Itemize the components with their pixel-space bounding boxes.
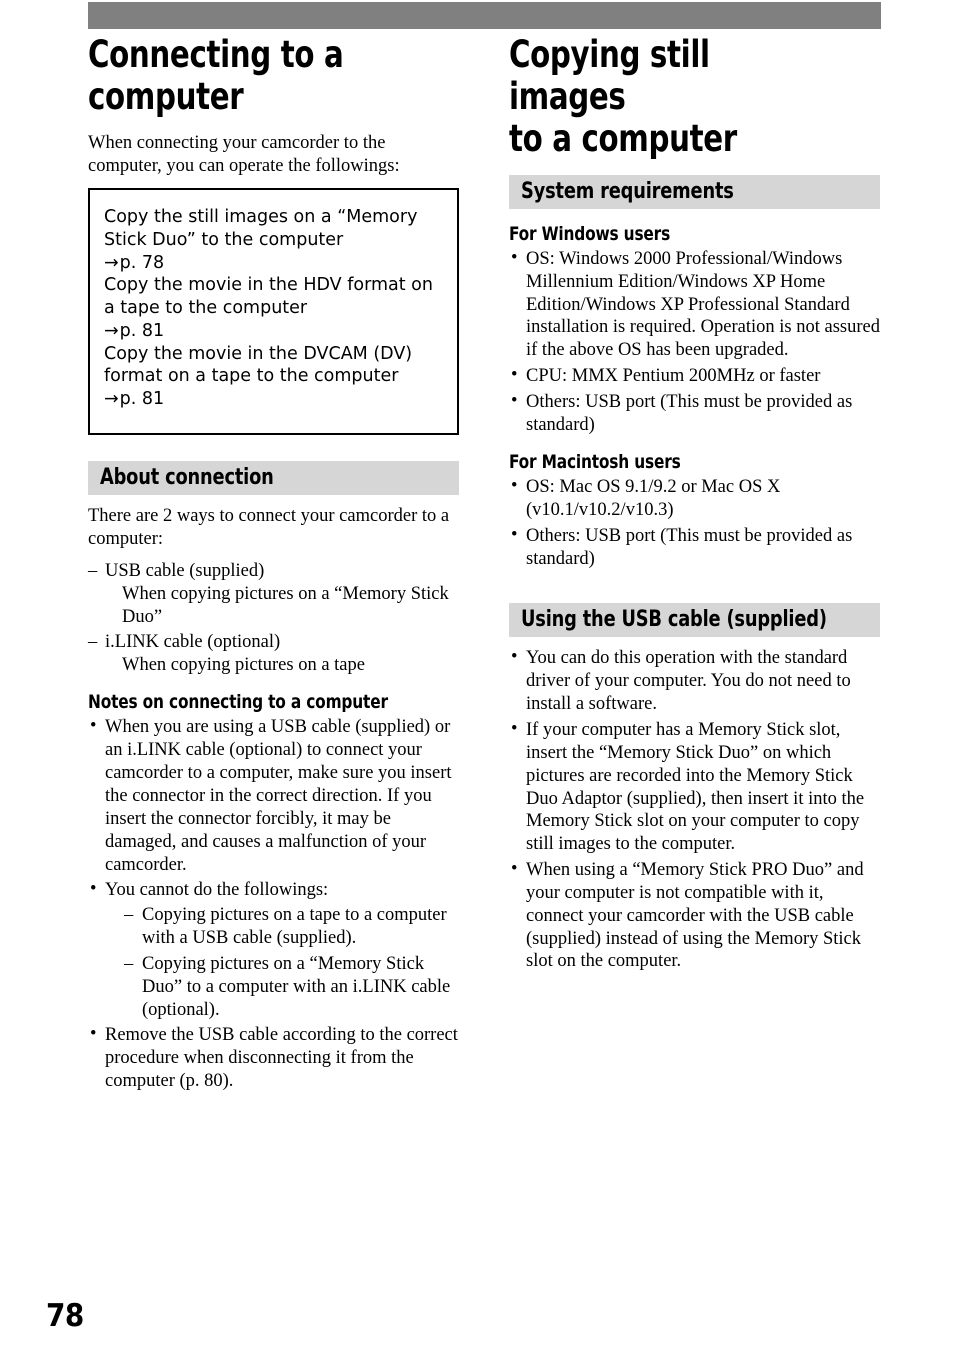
callout-box: Copy the still images on a “Memory Stick… [88,188,459,435]
notes-heading-label: Notes on connecting to a computer [88,691,388,714]
list-item-title: USB cable (supplied) [105,560,265,581]
section-band-about-connection: About connection [88,460,459,495]
list-item: • When using a “Memory Stick PRO Duo” an… [509,859,880,973]
list-item-text: Others: USB port (This must be provided … [526,391,853,435]
bullet-marker: • [511,718,518,739]
section-band-label: Using the USB cable (supplied) [521,607,827,633]
callout-entry-ref: → p. 81 [104,388,443,411]
dash-marker: – [124,953,134,974]
notes-heading: Notes on connecting to a computer [88,691,459,713]
bullet-marker: • [511,476,518,497]
list-item: • If your computer has a Memory Stick sl… [509,719,880,856]
macintosh-requirements-list: • OS: Mac OS 9.1/9.2 or Mac OS X (v10.1/… [509,476,880,570]
callout-page-ref: p. 81 [119,389,165,410]
list-item: – USB cable (supplied) When copying pict… [88,560,459,629]
dash-marker: – [124,905,134,926]
bullet-marker: • [90,1024,97,1045]
dash-marker: – [88,560,98,581]
callout-page-ref: p. 81 [119,320,165,341]
list-item: – i.LINK cable (optional) When copying p… [88,631,459,677]
arrow-right-icon: → [104,320,119,341]
page-title-right: Copying still images to a computer [509,33,737,161]
list-item: • OS: Windows 2000 Professional/Windows … [509,248,880,362]
bullet-marker: • [511,390,518,411]
callout-entry-text: Copy the movie in the HDV format on a ta… [104,275,433,319]
bullet-marker: • [511,365,518,386]
windows-users-heading-label: For Windows users [509,222,671,245]
list-item-text: OS: Mac OS 9.1/9.2 or Mac OS X (v10.1/v1… [526,477,781,520]
section-band-label: System requirements [521,178,734,204]
list-item: • Remove the USB cable according to the … [88,1024,459,1093]
callout-entry-text: Copy the still images on a “Memory Stick… [104,207,418,250]
list-item: • You can do this operation with the sta… [509,647,880,716]
list-item-text: When you are using a USB cable (supplied… [105,717,452,875]
list-item: • You cannot do the followings: – Copyin… [88,879,459,1021]
macintosh-users-heading: For Macintosh users [509,451,880,473]
bullet-marker: • [511,647,518,668]
list-item-text: Copying pictures on a “Memory Stick Duo”… [142,953,451,1020]
page-title-left: Connecting to a computer [88,33,344,119]
windows-users-heading: For Windows users [509,223,880,245]
intro-paragraph-left: When connecting your camcorder to the co… [88,133,400,177]
list-item: – Copying pictures on a tape to a comput… [124,904,459,950]
list-item-title: i.LINK cable (optional) [105,632,281,653]
bullet-marker: • [90,716,97,737]
bullet-marker: • [511,859,518,880]
section-band-usb-cable: Using the USB cable (supplied) [509,603,880,638]
list-item-text: When using a “Memory Stick PRO Duo” and … [526,860,864,972]
list-item-text: You cannot do the followings: [105,880,329,901]
list-item-text: If your computer has a Memory Stick slot… [526,719,865,855]
callout-entry-ref: → p. 78 [104,252,443,275]
list-item: – Copying pictures on a “Memory Stick Du… [124,953,459,1022]
arrow-right-icon: → [104,252,119,273]
bullet-marker: • [90,879,97,900]
callout-page-ref: p. 78 [119,252,165,273]
list-item-text: OS: Windows 2000 Professional/Windows Mi… [526,248,880,361]
list-item: • Others: USB port (This must be provide… [509,525,880,571]
list-item-text: CPU: MMX Pentium 200MHz or faster [526,366,821,387]
list-item-text: Others: USB port (This must be provided … [526,525,853,569]
macintosh-users-heading-label: For Macintosh users [509,450,681,473]
page-number: 78 [46,1298,84,1334]
arrow-right-icon: → [104,389,119,410]
list-item: • When you are using a USB cable (suppli… [88,716,459,876]
about-connection-list: – USB cable (supplied) When copying pict… [88,560,459,677]
left-column: Connecting to a computer When connecting… [88,33,459,1096]
dash-marker: – [88,632,98,653]
windows-requirements-list: • OS: Windows 2000 Professional/Windows … [509,248,880,437]
section-band-label: About connection [100,464,274,490]
callout-entry-ref: → p. 81 [104,320,443,343]
list-item-detail: When copying pictures on a tape [122,655,365,676]
list-item: • CPU: MMX Pentium 200MHz or faster [509,365,880,388]
header-decorative-bar [88,2,881,29]
right-column: Copying still images to a computer Syste… [509,33,880,976]
list-item-text: Remove the USB cable according to the co… [105,1025,458,1092]
notes-list: • When you are using a USB cable (suppli… [88,716,459,1093]
list-item-text: Copying pictures on a tape to a computer… [142,905,447,949]
notes-sub-list: – Copying pictures on a tape to a comput… [105,904,459,1021]
list-item-detail: When copying pictures on a “Memory Stick… [122,583,449,627]
section-band-system-requirements: System requirements [509,174,880,209]
bullet-marker: • [511,524,518,545]
usb-cable-list: • You can do this operation with the sta… [509,647,880,973]
about-connection-intro: There are 2 ways to connect your camcord… [88,505,450,549]
callout-entry-text: Copy the movie in the DVCAM (DV) format … [104,343,413,387]
list-item: • Others: USB port (This must be provide… [509,391,880,437]
list-item: • OS: Mac OS 9.1/9.2 or Mac OS X (v10.1/… [509,476,880,522]
list-item-text: You can do this operation with the stand… [526,648,851,715]
bullet-marker: • [511,247,518,268]
